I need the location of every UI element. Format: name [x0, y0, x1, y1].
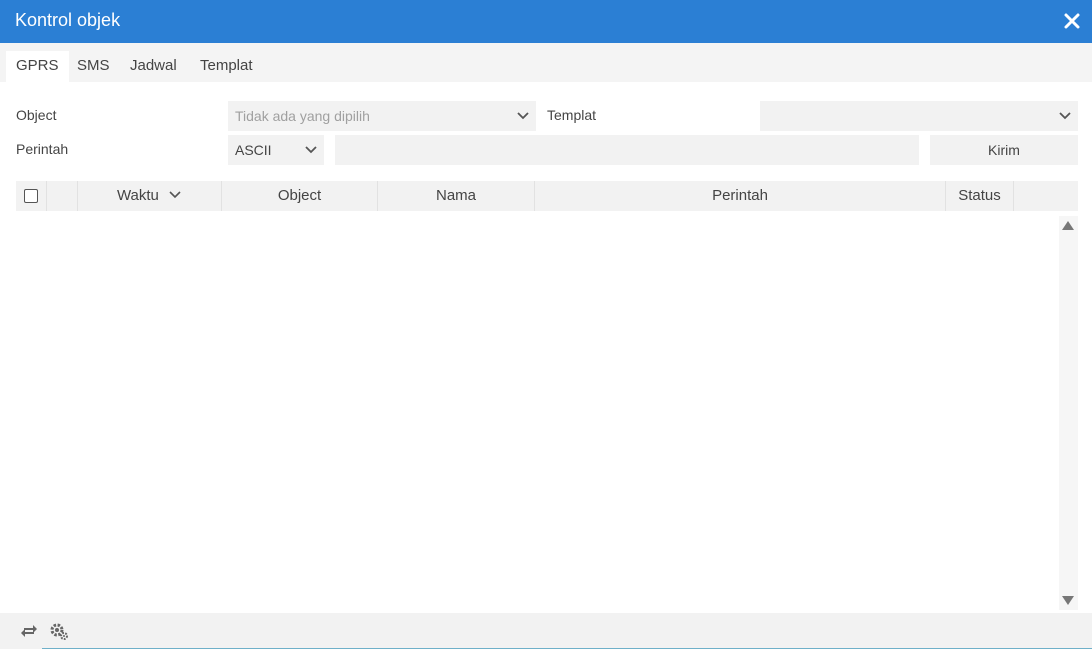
close-icon[interactable] [1062, 11, 1082, 31]
command-input[interactable] [335, 135, 919, 165]
column-nama[interactable]: Nama [378, 181, 535, 211]
sort-chevron-down-icon [169, 191, 181, 199]
scroll-down-icon[interactable] [1062, 596, 1074, 605]
tab-templat[interactable]: Templat [190, 51, 263, 82]
command-label: Perintah [16, 141, 69, 157]
column-waktu-label: Waktu [116, 187, 159, 204]
template-select[interactable] [760, 101, 1078, 131]
select-all-checkbox[interactable] [24, 189, 38, 203]
settings-icon[interactable] [49, 621, 69, 641]
select-all-column [16, 181, 47, 211]
chevron-down-icon [1059, 112, 1071, 120]
column-waktu[interactable]: Waktu [78, 181, 222, 211]
column-object[interactable]: Object [222, 181, 378, 211]
tab-jadwal[interactable]: Jadwal [120, 51, 187, 82]
grid-blank-column [47, 181, 78, 211]
column-perintah[interactable]: Perintah [535, 181, 946, 211]
window-title: Kontrol objek [15, 10, 121, 30]
chevron-down-icon [517, 112, 529, 120]
encoding-select-value: ASCII [235, 142, 272, 158]
refresh-icon[interactable] [19, 621, 39, 641]
encoding-select[interactable]: ASCII [228, 135, 324, 165]
title-bar: Kontrol objek [0, 0, 1092, 43]
tab-sms[interactable]: SMS [67, 51, 120, 82]
object-label: Object [16, 107, 57, 123]
chevron-down-icon [305, 146, 317, 154]
footer-toolbar [0, 613, 1092, 649]
object-select[interactable]: Tidak ada yang dipilih [228, 101, 536, 131]
scroll-up-icon[interactable] [1062, 221, 1074, 230]
grid-body [16, 211, 1059, 611]
tab-gprs[interactable]: GPRS [6, 51, 69, 82]
column-status[interactable]: Status [946, 181, 1014, 211]
template-label: Templat [547, 107, 597, 123]
tab-bar: GPRS SMS Jadwal Templat [0, 43, 1092, 82]
object-select-placeholder: Tidak ada yang dipilih [235, 108, 370, 124]
grid-header: Waktu Object Nama Perintah Status [16, 181, 1078, 211]
send-button[interactable]: Kirim [930, 135, 1078, 165]
grid-scrollbar[interactable] [1059, 216, 1078, 610]
